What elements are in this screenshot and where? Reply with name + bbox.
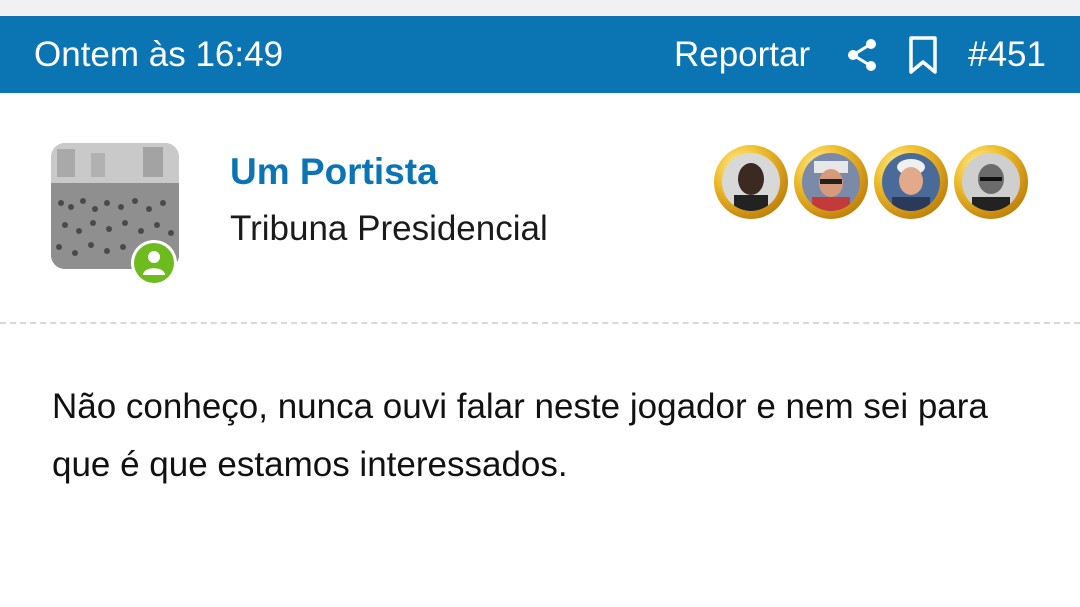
post-actions: Reportar #451 <box>674 35 1046 75</box>
top-strip <box>0 0 1080 16</box>
author-name[interactable]: Um Portista <box>230 151 438 193</box>
medal-icon[interactable] <box>714 145 788 219</box>
post-number[interactable]: #451 <box>968 35 1046 75</box>
report-button[interactable]: Reportar <box>674 35 810 75</box>
post-content: Não conheço, nunca ouvi falar neste joga… <box>52 387 988 484</box>
avatar[interactable] <box>51 143 179 286</box>
medal-icon[interactable] <box>794 145 868 219</box>
post-header: Ontem às 16:49 Reportar #451 <box>0 16 1080 93</box>
post-date[interactable]: Ontem às 16:49 <box>34 35 674 75</box>
user-icon <box>134 243 174 283</box>
medal-icon[interactable] <box>874 145 948 219</box>
share-icon[interactable] <box>846 38 878 72</box>
bookmark-icon[interactable] <box>908 35 938 75</box>
author-block: Um Portista Tribuna Presidencial <box>0 93 1080 323</box>
divider <box>0 322 1080 324</box>
medal-list <box>714 145 1034 219</box>
author-title: Tribuna Presidencial <box>230 209 548 248</box>
medal-icon[interactable] <box>954 145 1028 219</box>
online-badge <box>131 240 177 286</box>
